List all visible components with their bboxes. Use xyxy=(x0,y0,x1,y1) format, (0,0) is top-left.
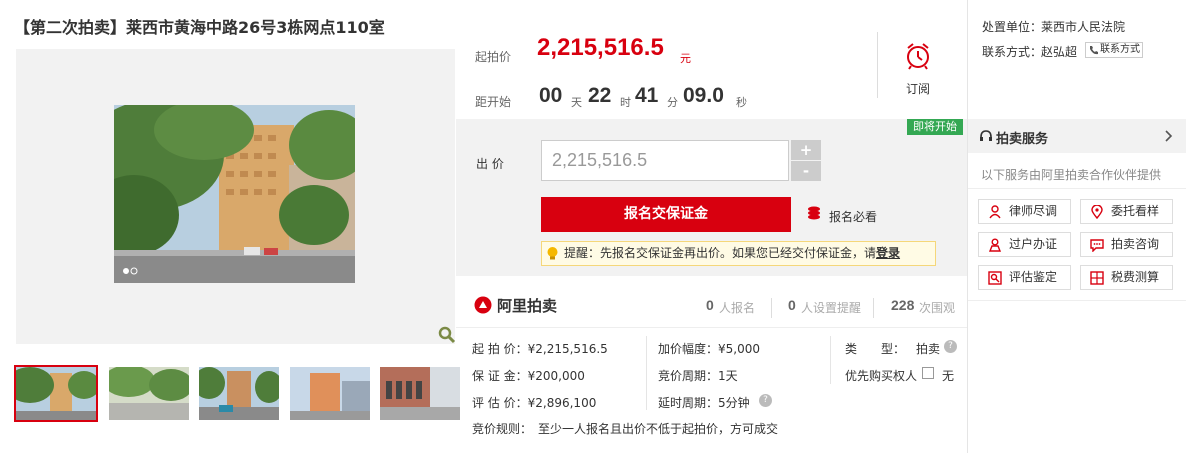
thumbnail-2[interactable] xyxy=(109,367,189,420)
service-label: 委托看样 xyxy=(1111,204,1160,218)
subscribe-button[interactable]: 订阅 xyxy=(906,80,930,97)
detail-increment: 加价幅度：¥5,000 xyxy=(658,342,760,356)
alarm-clock-icon[interactable] xyxy=(905,42,931,70)
countdown-hours-unit: 时 xyxy=(620,96,631,109)
service-label: 过户办证 xyxy=(1009,237,1058,251)
phone-icon xyxy=(1089,45,1098,55)
service-title: 拍卖服务 xyxy=(996,132,1049,147)
headset-icon xyxy=(979,129,993,143)
service-label: 律师尽调 xyxy=(1009,204,1058,218)
countdown-minutes-unit: 分 xyxy=(667,96,678,109)
help-icon[interactable]: ? xyxy=(759,394,772,407)
bid-price-input[interactable]: 2,215,516.5 xyxy=(541,140,789,181)
contact-button-label: 联系方式 xyxy=(1100,44,1140,55)
contact-name: 赵弘超 xyxy=(1041,45,1078,59)
lawyer-icon xyxy=(988,204,1002,227)
increase-button[interactable]: + xyxy=(791,140,821,160)
countdown-label: 距开始 xyxy=(475,95,512,109)
divider xyxy=(830,336,831,384)
thumbnail-5[interactable] xyxy=(380,367,460,420)
views-count: 228 xyxy=(891,297,915,313)
countdown-days-unit: 天 xyxy=(571,96,582,109)
zoom-icon[interactable] xyxy=(437,325,457,345)
divider xyxy=(968,300,1186,301)
service-viewing-button[interactable]: 委托看样 xyxy=(1080,199,1173,224)
thumbnail-4[interactable] xyxy=(290,367,370,420)
currency-unit: 元 xyxy=(680,52,691,65)
tip-text: 提醒：先报名交保证金再出价。如果您已经交付保证金，请 xyxy=(564,246,877,260)
detail-deposit: 保 证 金：¥200,000 xyxy=(472,369,585,383)
start-price-value: 2,215,516.5 xyxy=(537,34,664,61)
service-lawyer-button[interactable]: 律师尽调 xyxy=(978,199,1071,224)
detail-delay: 延时周期：5分钟 xyxy=(658,396,750,410)
detail-appraisal: 评 估 价：¥2,896,100 xyxy=(472,396,597,410)
countdown-hours: 22 xyxy=(588,84,612,107)
lightbulb-icon xyxy=(546,246,559,261)
login-tip: 提醒：先报名交保证金再出价。如果您已经交付保证金，请登录 xyxy=(541,241,936,266)
must-read-link[interactable]: 报名必看 xyxy=(829,208,877,225)
thumbnail-3[interactable] xyxy=(199,367,279,420)
chat-bubble-icon xyxy=(1090,237,1104,260)
countdown-seconds-unit: 秒 xyxy=(736,96,747,109)
remind-count: 0 xyxy=(788,297,796,313)
service-transfer-button[interactable]: 过户办证 xyxy=(978,232,1071,257)
thumbnail-1[interactable] xyxy=(14,365,98,422)
ali-auction-logo: 阿里拍卖 xyxy=(497,297,558,315)
signup-label: 人报名 xyxy=(719,301,756,315)
org-value: 莱西市人民法院 xyxy=(1041,20,1126,34)
detail-type-value: 拍卖 xyxy=(916,342,941,356)
coins-icon xyxy=(806,206,822,220)
service-consult-button[interactable]: 拍卖咨询 xyxy=(1080,232,1173,257)
contact-button[interactable]: 联系方式 xyxy=(1085,42,1143,58)
location-pin-icon xyxy=(1090,204,1104,227)
status-badge: 即将开始 xyxy=(907,119,963,135)
bid-label: 出 价 xyxy=(476,157,504,171)
contact-label: 联系方式： xyxy=(982,45,1043,59)
divider xyxy=(873,298,874,318)
magnifier-doc-icon xyxy=(988,270,1002,293)
service-label: 拍卖咨询 xyxy=(1111,237,1160,251)
views-label: 次围观 xyxy=(919,301,956,315)
service-label: 评估鉴定 xyxy=(1009,270,1058,284)
detail-type-label: 类 型： xyxy=(845,342,906,356)
countdown-seconds: 09.0 xyxy=(683,84,724,107)
service-appraisal-button[interactable]: 评估鉴定 xyxy=(978,265,1071,290)
calculator-icon xyxy=(1090,270,1104,293)
page-title: 【第二次拍卖】莱西市黄海中路26号3栋网点110室 xyxy=(14,18,385,37)
org-label: 处置单位： xyxy=(982,20,1043,34)
ali-auction-logo-icon xyxy=(474,296,492,314)
countdown-minutes: 41 xyxy=(635,84,659,107)
start-price-label: 起拍价 xyxy=(475,50,512,64)
divider xyxy=(771,298,772,318)
main-photo[interactable] xyxy=(114,105,355,283)
divider xyxy=(967,0,968,453)
divider xyxy=(877,32,878,98)
detail-cycle: 竞价周期：1天 xyxy=(658,369,738,383)
countdown-days: 00 xyxy=(539,84,563,107)
info-icon xyxy=(922,367,934,379)
person-icon xyxy=(988,237,1002,260)
chevron-right-icon[interactable] xyxy=(1164,130,1174,142)
divider xyxy=(646,336,647,410)
detail-priority-label: 优先购买权人 xyxy=(845,369,918,383)
detail-start-price: 起 拍 价：¥2,215,516.5 xyxy=(472,342,608,356)
decrease-button[interactable]: - xyxy=(791,161,821,181)
pay-deposit-button[interactable]: 报名交保证金 xyxy=(541,197,791,232)
service-tax-button[interactable]: 税费测算 xyxy=(1080,265,1173,290)
remind-label: 人设置提醒 xyxy=(801,301,862,315)
service-note: 以下服务由阿里拍卖合作伙伴提供 xyxy=(981,168,1162,182)
divider xyxy=(968,188,1186,189)
login-link[interactable]: 登录 xyxy=(876,246,900,260)
divider xyxy=(456,327,967,328)
detail-priority-value: 无 xyxy=(942,369,955,383)
signup-count: 0 xyxy=(706,297,714,313)
detail-rules: 竞价规则： 至少一人报名且出价不低于起拍价，方可成交 xyxy=(472,422,779,436)
service-label: 税费测算 xyxy=(1111,270,1160,284)
help-icon[interactable]: ? xyxy=(944,340,957,353)
